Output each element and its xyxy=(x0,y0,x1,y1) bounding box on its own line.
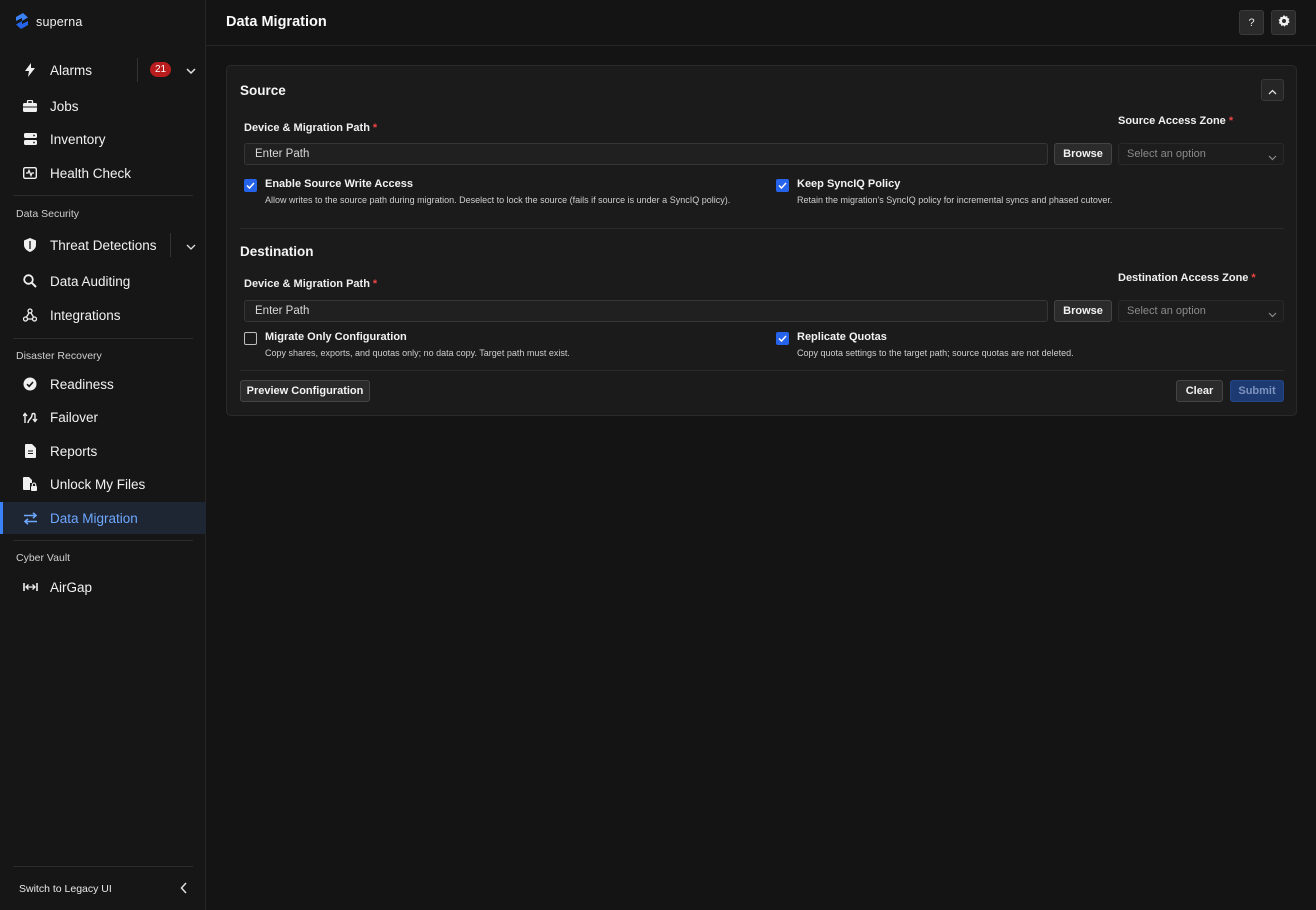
divider xyxy=(13,195,193,196)
check-circle-icon xyxy=(22,376,38,392)
health-monitor-icon xyxy=(22,165,38,181)
sidebar-item-health-check[interactable]: Health Check xyxy=(0,157,206,189)
document-icon xyxy=(22,443,38,459)
chevron-down-icon[interactable] xyxy=(184,240,198,254)
sidebar-item-reports[interactable]: Reports xyxy=(0,435,206,467)
failover-icon xyxy=(22,409,38,425)
sidebar-item-label: Health Check xyxy=(50,165,132,181)
divider xyxy=(13,338,193,339)
checkbox-title: Replicate Quotas xyxy=(797,331,887,343)
checkbox-description: Allow writes to the source path during m… xyxy=(265,195,731,205)
help-icon: ? xyxy=(1248,16,1255,29)
checkbox-description: Retain the migration's SyncIQ policy for… xyxy=(797,195,1113,205)
checkbox-title: Keep SyncIQ Policy xyxy=(797,178,901,190)
chevron-down-icon[interactable] xyxy=(184,64,198,78)
briefcase-icon xyxy=(22,98,38,114)
select-placeholder: Select an option xyxy=(1127,305,1206,317)
collapse-button[interactable] xyxy=(1261,79,1284,101)
section-label-cyber-vault: Cyber Vault xyxy=(16,552,71,564)
brand-logo[interactable]: superna xyxy=(14,12,83,33)
alarms-count-badge: 21 xyxy=(150,62,171,77)
sidebar-item-label: Unlock My Files xyxy=(50,476,146,492)
sidebar-item-label: Data Migration xyxy=(50,510,138,526)
replicate-quotas-checkbox[interactable] xyxy=(776,332,789,345)
sidebar-item-jobs[interactable]: Jobs xyxy=(0,90,206,122)
migration-form-card: Source Device & Migration Path* Browse S… xyxy=(226,65,1297,416)
destination-section-title: Destination xyxy=(240,244,314,259)
sidebar-item-data-auditing[interactable]: Data Auditing xyxy=(0,265,206,297)
sidebar-item-integrations[interactable]: Integrations xyxy=(0,299,206,331)
section-label-disaster-recovery: Disaster Recovery xyxy=(16,350,102,362)
source-zone-label: Source Access Zone * xyxy=(1118,115,1234,127)
destination-path-input[interactable] xyxy=(244,300,1048,322)
destination-zone-label: Destination Access Zone * xyxy=(1118,272,1256,284)
chevron-down-icon xyxy=(1268,148,1277,168)
sidebar-item-label: Alarms xyxy=(50,62,93,78)
divider xyxy=(13,866,193,867)
source-browse-button[interactable]: Browse xyxy=(1054,143,1112,165)
sidebar-item-inventory[interactable]: Inventory xyxy=(0,123,206,155)
sidebar-item-label: Inventory xyxy=(50,131,106,147)
destination-path-label: Device & Migration Path * xyxy=(244,278,378,290)
divider xyxy=(170,233,171,257)
select-placeholder: Select an option xyxy=(1127,148,1206,160)
chevron-up-icon xyxy=(1268,83,1277,98)
divider xyxy=(13,540,193,541)
shield-icon xyxy=(22,237,38,253)
sidebar-item-threat-detections[interactable]: Threat Detections xyxy=(0,229,206,261)
section-divider xyxy=(240,228,1284,229)
file-lock-icon xyxy=(22,476,38,492)
source-path-input[interactable] xyxy=(244,143,1048,165)
source-path-label: Device & Migration Path * xyxy=(244,122,378,134)
sidebar-item-alarms[interactable]: Alarms xyxy=(0,54,206,86)
airgap-icon xyxy=(22,579,38,595)
sidebar-item-label: Threat Detections xyxy=(50,237,157,253)
server-icon xyxy=(22,131,38,147)
page-title: Data Migration xyxy=(226,14,327,30)
source-section-title: Source xyxy=(240,83,286,98)
sidebar-item-label: Integrations xyxy=(50,307,121,323)
collapse-sidebar-chevron-icon[interactable] xyxy=(176,881,190,895)
submit-button[interactable]: Submit xyxy=(1230,380,1284,402)
superna-logo-icon xyxy=(14,12,30,33)
sidebar: superna Alarms 21 Jobs Inventory Health … xyxy=(0,0,206,910)
checkbox-title: Enable Source Write Access xyxy=(265,178,413,190)
checkbox-description: Copy shares, exports, and quotas only; n… xyxy=(265,348,570,358)
bolt-icon xyxy=(22,62,38,78)
sidebar-item-readiness[interactable]: Readiness xyxy=(0,368,206,400)
sidebar-item-label: Failover xyxy=(50,409,99,425)
section-divider xyxy=(240,370,1284,371)
keep-synciq-policy-checkbox[interactable] xyxy=(776,179,789,192)
magnifier-icon xyxy=(22,273,38,289)
sidebar-item-label: Reports xyxy=(50,443,98,459)
sidebar-item-label: Readiness xyxy=(50,376,114,392)
sidebar-item-airgap[interactable]: AirGap xyxy=(0,571,206,603)
page-header: Data Migration ? xyxy=(206,0,1316,46)
clear-button[interactable]: Clear xyxy=(1176,380,1223,402)
checkbox-description: Copy quota settings to the target path; … xyxy=(797,348,1074,358)
enable-source-write-access-checkbox[interactable] xyxy=(244,179,257,192)
sidebar-item-label: Jobs xyxy=(50,98,79,114)
sidebar-item-unlock-my-files[interactable]: Unlock My Files xyxy=(0,468,206,500)
source-access-zone-select[interactable]: Select an option xyxy=(1118,143,1284,165)
help-button[interactable]: ? xyxy=(1239,10,1264,35)
divider xyxy=(137,58,138,82)
swap-arrows-icon xyxy=(22,510,38,526)
sidebar-item-label: AirGap xyxy=(50,579,93,595)
webhook-icon xyxy=(22,307,38,323)
destination-browse-button[interactable]: Browse xyxy=(1054,300,1112,322)
section-label-data-security: Data Security xyxy=(16,208,80,220)
preview-configuration-button[interactable]: Preview Configuration xyxy=(240,380,370,402)
chevron-down-icon xyxy=(1268,305,1277,325)
migrate-only-configuration-checkbox[interactable] xyxy=(244,332,257,345)
sidebar-item-label: Data Auditing xyxy=(50,273,131,289)
legacy-ui-label: Switch to Legacy UI xyxy=(19,883,112,895)
sidebar-item-failover[interactable]: Failover xyxy=(0,401,206,433)
brand-name: superna xyxy=(36,15,83,29)
gear-icon xyxy=(1278,15,1290,30)
sidebar-item-data-migration[interactable]: Data Migration xyxy=(0,502,206,534)
checkbox-title: Migrate Only Configuration xyxy=(265,331,407,343)
settings-button[interactable] xyxy=(1271,10,1296,35)
destination-access-zone-select[interactable]: Select an option xyxy=(1118,300,1284,322)
